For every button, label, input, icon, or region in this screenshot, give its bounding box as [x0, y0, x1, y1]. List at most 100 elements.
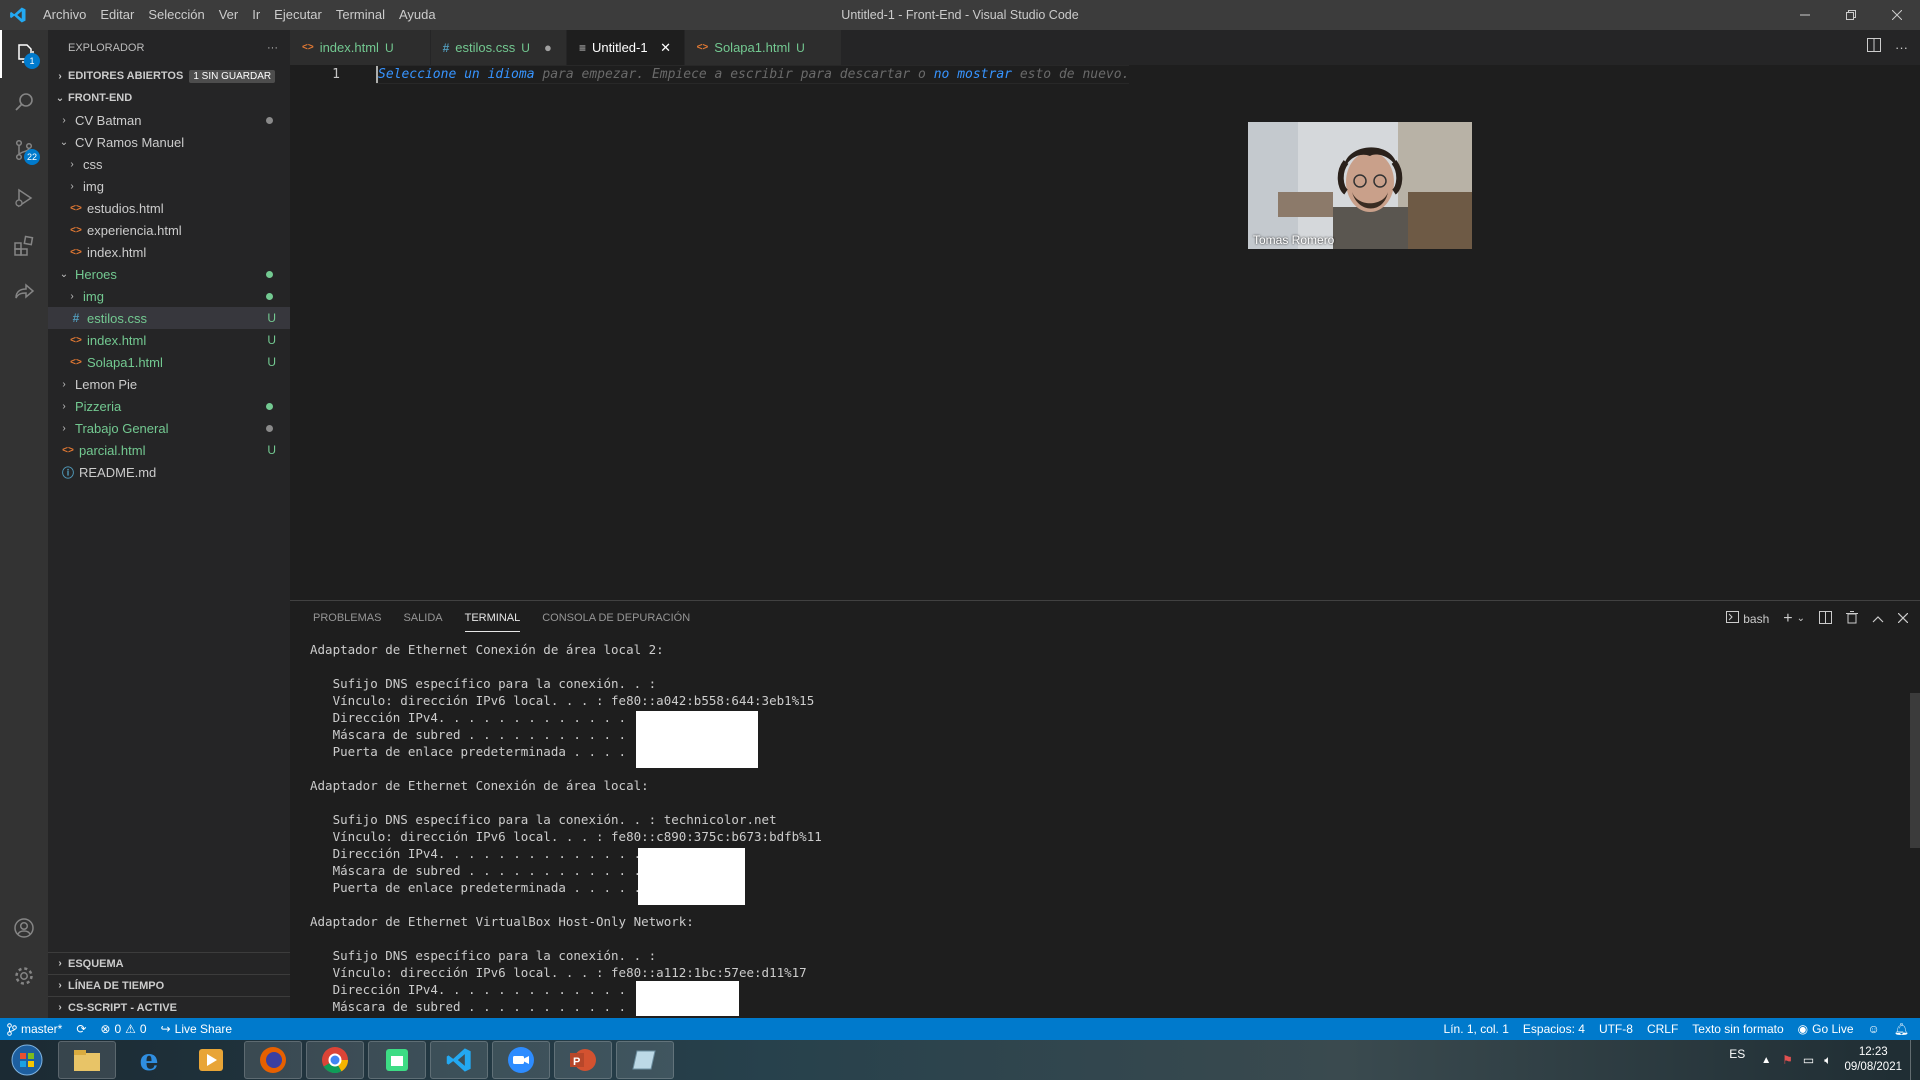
editor-area[interactable]: 1 Seleccione un idioma para empezar. Emp… [290, 65, 1920, 600]
search-icon[interactable] [0, 78, 48, 126]
taskbar-internet-explorer[interactable]: e [120, 1041, 178, 1079]
chevron-down-icon[interactable]: ⌄ [1797, 613, 1805, 624]
taskbar-firefox[interactable] [244, 1041, 302, 1079]
restore-button[interactable] [1828, 0, 1874, 30]
language-indicator[interactable]: ES [1719, 1047, 1755, 1061]
minimize-button[interactable] [1782, 0, 1828, 30]
end-of-line[interactable]: CRLF [1640, 1018, 1685, 1040]
settings-gear-icon[interactable] [0, 952, 48, 1000]
editor-line-1[interactable]: 1 Seleccione un idioma para empezar. Emp… [290, 65, 1790, 84]
notifications-bell-icon[interactable]: 🔔︎ [1887, 1018, 1916, 1040]
sync-icon[interactable]: ⟳ [69, 1018, 93, 1040]
volume-icon[interactable]: 🔈︎ [1819, 1053, 1836, 1068]
network-icon[interactable]: ▭ [1798, 1053, 1819, 1067]
tab-terminal[interactable]: TERMINAL [454, 601, 532, 636]
tree-item[interactable]: › css [48, 153, 290, 175]
editor-tab[interactable]: # estilos.css U ● [430, 30, 567, 65]
tree-item[interactable]: <> Solapa1.html U [48, 351, 290, 373]
taskbar-media-player[interactable] [182, 1041, 240, 1079]
tree-item-label: css [83, 156, 103, 172]
more-actions-icon[interactable]: ··· [267, 42, 278, 54]
live-share-button[interactable]: ↪ Live Share [154, 1018, 239, 1040]
problems-indicator[interactable]: ⊗ 0 ⚠ 0 [93, 1018, 153, 1040]
tab-output[interactable]: SALIDA [392, 601, 453, 636]
show-desktop-button[interactable] [1910, 1040, 1920, 1080]
account-icon[interactable] [0, 904, 48, 952]
live-share-icon[interactable] [0, 270, 48, 318]
source-control-icon[interactable]: 22 [0, 126, 48, 174]
tree-item[interactable]: <> index.html [48, 241, 290, 263]
tree-item[interactable]: ⌄ Heroes [48, 263, 290, 285]
trash-icon[interactable] [1846, 610, 1858, 627]
run-debug-icon[interactable] [0, 174, 48, 222]
tab-problems[interactable]: PROBLEMAS [302, 601, 392, 636]
timeline-section[interactable]: › LÍNEA DE TIEMPO [48, 974, 290, 996]
open-editors-section[interactable]: › EDITORES ABIERTOS 1 SIN GUARDAR [48, 65, 290, 87]
tree-item[interactable]: <> estudios.html [48, 197, 290, 219]
dont-show-link[interactable]: no mostrar [934, 67, 1012, 82]
go-live-button[interactable]: ◉ Go Live [1791, 1018, 1861, 1040]
terminal-selector[interactable]: bash [1726, 611, 1769, 626]
tree-item[interactable]: › CV Batman [48, 109, 290, 131]
close-tab-icon[interactable]: ✕ [658, 40, 674, 56]
taskbar-file-explorer[interactable] [58, 1041, 116, 1079]
menu-terminal[interactable]: Terminal [329, 0, 392, 30]
menu-seleccion[interactable]: Selección [141, 0, 211, 30]
tree-item[interactable]: › Lemon Pie [48, 373, 290, 395]
taskbar-vscode[interactable] [430, 1041, 488, 1079]
show-hidden-icons-icon[interactable]: ▲ [1755, 1055, 1777, 1066]
tree-item[interactable]: ⓘ README.md [48, 461, 290, 483]
editor-tab[interactable]: ≡ Untitled-1 ✕ [566, 30, 685, 65]
folder-section[interactable]: ⌄ FRONT-END [48, 87, 290, 109]
unsaved-dot-icon[interactable]: ● [540, 40, 556, 55]
terminal-scrollbar[interactable] [1910, 693, 1920, 848]
branch-indicator[interactable]: master* [0, 1018, 69, 1040]
tree-item[interactable]: › img [48, 285, 290, 307]
taskbar-notes-app[interactable] [616, 1041, 674, 1079]
taskbar-powerpoint[interactable]: P [554, 1041, 612, 1079]
new-terminal-icon[interactable]: + [1783, 610, 1792, 628]
maximize-panel-icon[interactable] [1872, 612, 1884, 626]
video-call-thumbnail[interactable]: Tomas Romero [1248, 122, 1472, 249]
tree-item[interactable]: # estilos.css U [48, 307, 290, 329]
clock[interactable]: 12:23 09/08/2021 [1836, 1045, 1910, 1075]
tree-item[interactable]: <> parcial.html U [48, 439, 290, 461]
editor-tab[interactable]: <> index.html U [290, 30, 431, 65]
extensions-icon[interactable] [0, 222, 48, 270]
close-window-button[interactable] [1874, 0, 1920, 30]
tree-item[interactable]: › img [48, 175, 290, 197]
menu-ayuda[interactable]: Ayuda [392, 0, 443, 30]
tree-item[interactable]: ⌄ CV Ramos Manuel [48, 131, 290, 153]
indentation[interactable]: Espacios: 4 [1516, 1018, 1592, 1040]
cursor-position[interactable]: Lín. 1, col. 1 [1437, 1018, 1516, 1040]
feedback-icon[interactable]: ☺ [1861, 1018, 1887, 1040]
menu-archivo[interactable]: Archivo [36, 0, 93, 30]
split-editor-icon[interactable] [1867, 38, 1881, 57]
taskbar-zoom[interactable] [492, 1041, 550, 1079]
tree-item[interactable]: › Pizzeria [48, 395, 290, 417]
taskbar-chrome[interactable] [306, 1041, 364, 1079]
encoding[interactable]: UTF-8 [1592, 1018, 1640, 1040]
taskbar-android-studio[interactable] [368, 1041, 426, 1079]
select-language-link[interactable]: Seleccione un idioma [378, 67, 535, 82]
cs-script-section[interactable]: › CS-SCRIPT - ACTIVE [48, 996, 290, 1018]
editor-tab[interactable]: <> Solapa1.html U [684, 30, 842, 65]
tree-item[interactable]: › Trabajo General [48, 417, 290, 439]
more-actions-icon[interactable]: ··· [1895, 40, 1908, 55]
close-panel-icon[interactable] [1897, 612, 1909, 626]
menu-ejecutar[interactable]: Ejecutar [267, 0, 329, 30]
language-mode[interactable]: Texto sin formato [1685, 1018, 1790, 1040]
action-center-flag-icon[interactable]: ⚑ [1777, 1053, 1798, 1067]
tab-debug-console[interactable]: CONSOLA DE DEPURACIÓN [531, 601, 701, 636]
tree-item[interactable]: <> experiencia.html [48, 219, 290, 241]
menu-ver[interactable]: Ver [212, 0, 246, 30]
menu-editar[interactable]: Editar [93, 0, 141, 30]
chevron-right-icon: › [70, 290, 74, 302]
outline-section[interactable]: › ESQUEMA [48, 952, 290, 974]
menu-ir[interactable]: Ir [245, 0, 267, 30]
terminal-output[interactable]: Adaptador de Ethernet Conexión de área l… [310, 641, 1870, 1011]
tree-item[interactable]: <> index.html U [48, 329, 290, 351]
start-button[interactable] [0, 1041, 54, 1079]
explorer-icon[interactable]: 1 [0, 30, 48, 78]
split-terminal-icon[interactable] [1819, 610, 1832, 627]
